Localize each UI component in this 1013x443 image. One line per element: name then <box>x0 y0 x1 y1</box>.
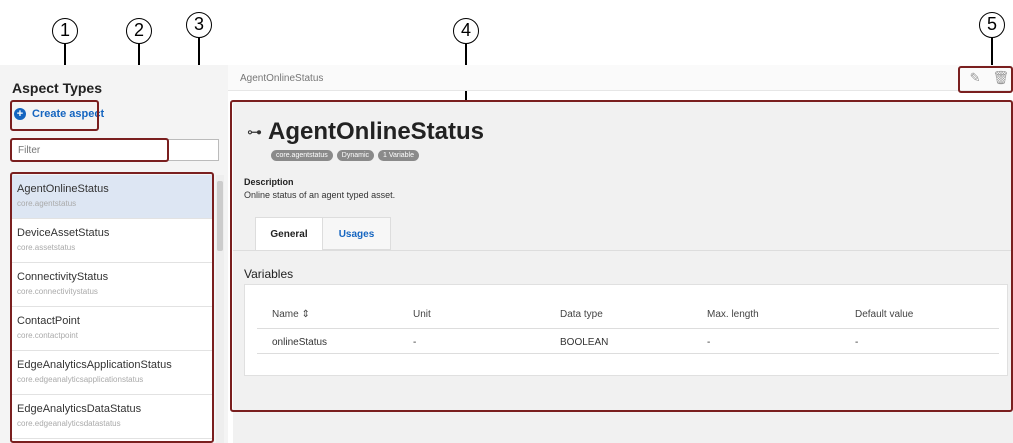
callout-4: 4 <box>453 18 479 44</box>
callout-3: 3 <box>186 12 212 38</box>
callout-5: 5 <box>979 12 1005 38</box>
highlight-detail-panel <box>230 100 1013 412</box>
highlight-aspect-list <box>10 172 214 443</box>
callout-2: 2 <box>126 18 152 44</box>
list-scrollbar[interactable] <box>216 175 224 443</box>
breadcrumb: AgentOnlineStatus <box>240 73 324 84</box>
callout-5-leader <box>991 38 993 66</box>
highlight-toolbar-actions <box>958 66 1013 93</box>
highlight-create-aspect <box>10 100 99 131</box>
top-bar: AgentOnlineStatus ✎ 🗑 <box>228 65 1013 91</box>
scrollbar-thumb[interactable] <box>217 181 223 251</box>
highlight-filter <box>10 138 169 162</box>
sidebar-title: Aspect Types <box>12 80 102 96</box>
callout-1: 1 <box>52 18 78 44</box>
